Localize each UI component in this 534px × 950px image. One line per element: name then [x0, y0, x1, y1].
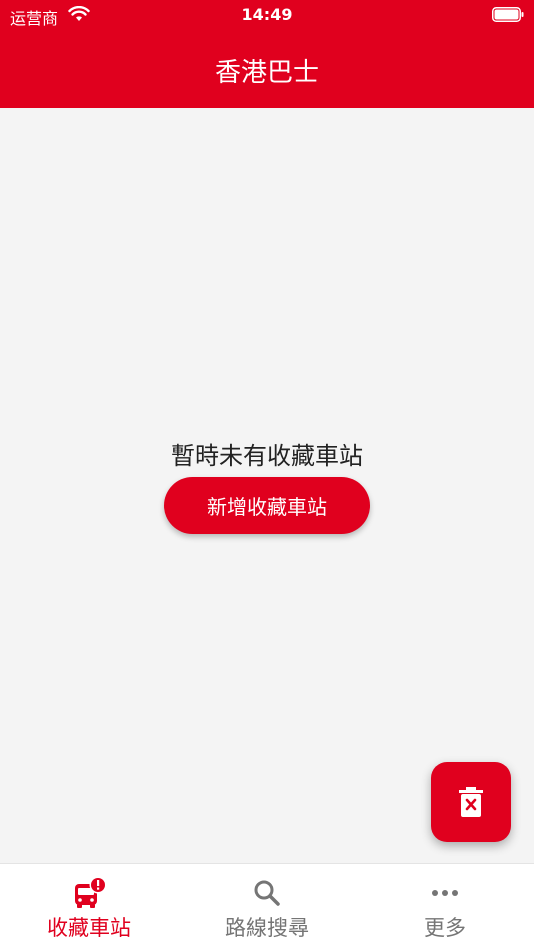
battery-icon	[492, 7, 524, 22]
trash-delete-icon	[459, 787, 483, 817]
search-icon	[254, 880, 280, 906]
tab-favorite-stops[interactable]: 收藏車站	[0, 864, 178, 950]
app-screen: 运营商 14:49 香港巴士 暫時未有收藏車站 新增收藏車站 收藏車站 路線搜尋…	[0, 0, 534, 950]
empty-state-message: 暫時未有收藏車站	[171, 442, 363, 470]
tab-label: 路線搜尋	[225, 916, 309, 940]
page-title: 香港巴士	[214, 58, 319, 88]
app-header: 运营商 14:49 香港巴士	[0, 0, 534, 108]
tab-label: 更多	[424, 916, 466, 940]
add-favorite-stop-button[interactable]: 新增收藏車站	[164, 477, 370, 534]
tab-route-search[interactable]: 路線搜尋	[178, 864, 356, 950]
bus-alert-icon	[75, 876, 107, 908]
bottom-tab-bar: 收藏車站 路線搜尋 更多	[0, 863, 534, 950]
tab-more[interactable]: 更多	[356, 864, 534, 950]
delete-fab-button[interactable]	[431, 762, 511, 842]
status-bar: 运营商 14:49	[0, 0, 534, 30]
more-dots-icon	[432, 890, 458, 896]
clock: 14:49	[241, 5, 293, 24]
tab-label: 收藏車站	[47, 916, 131, 940]
